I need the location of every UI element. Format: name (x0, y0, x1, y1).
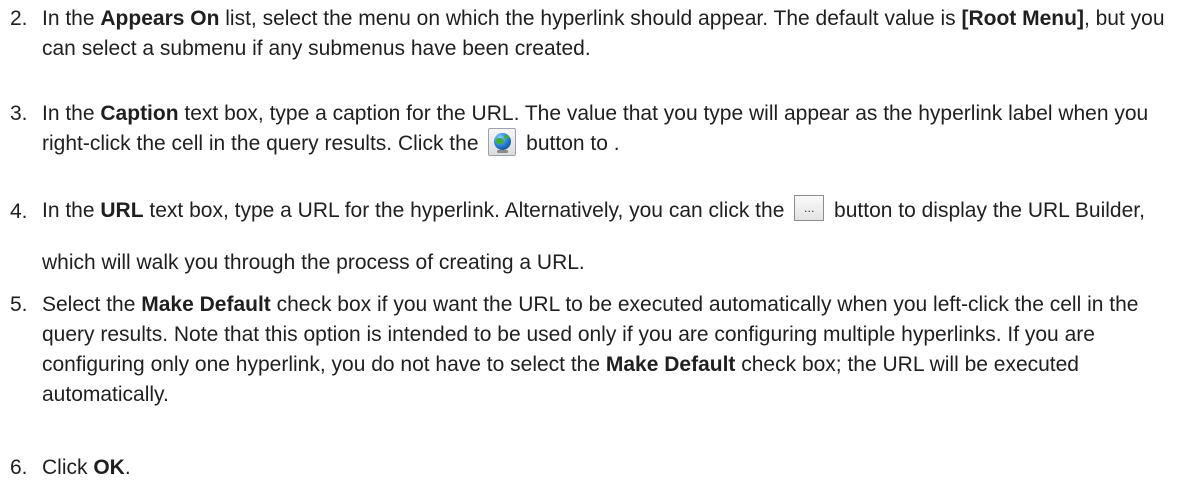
step-text: In the Caption text box, type a caption … (42, 99, 1182, 159)
step-number: 5. (10, 293, 28, 316)
step-number: 4. (10, 200, 28, 223)
globe-stand (497, 150, 509, 154)
ui-term-url: URL (100, 199, 144, 222)
step-text: Click OK. (42, 453, 1182, 483)
step-text-part: Click (42, 456, 94, 479)
ui-term-make-default: Make Default (605, 353, 736, 376)
step-text-part: text box, type a URL for the hyperlink. … (143, 199, 791, 222)
browse-button-image: ... (794, 195, 825, 222)
step-text-part: list, select the menu on which the hyper… (219, 7, 962, 30)
ui-term-root-menu: [Root Menu] (961, 7, 1084, 30)
globe-button-image (488, 128, 517, 157)
step-number: 6. (10, 456, 28, 479)
step-text: Select the Make Default check box if you… (42, 290, 1182, 410)
step-text-part: In the (42, 199, 101, 222)
step-number: 3. (10, 102, 28, 125)
step-number: 2. (10, 7, 28, 30)
ui-term-appears-on: Appears On (100, 7, 220, 30)
globe-icon (494, 133, 512, 151)
ui-term-make-default: Make Default (141, 293, 271, 316)
step-text: In the URL text box, type a URL for the … (42, 185, 1182, 289)
ui-term-ok: OK (93, 456, 125, 479)
step-text-part: Select the (42, 293, 142, 316)
step-text-part: In the (42, 102, 101, 125)
step-text: In the Appears On list, select the menu … (42, 4, 1182, 64)
step-text-part: In the (42, 7, 101, 30)
ui-term-caption: Caption (100, 102, 179, 125)
step-text-part: . (124, 456, 131, 479)
step-text-part: button to . (520, 132, 620, 155)
